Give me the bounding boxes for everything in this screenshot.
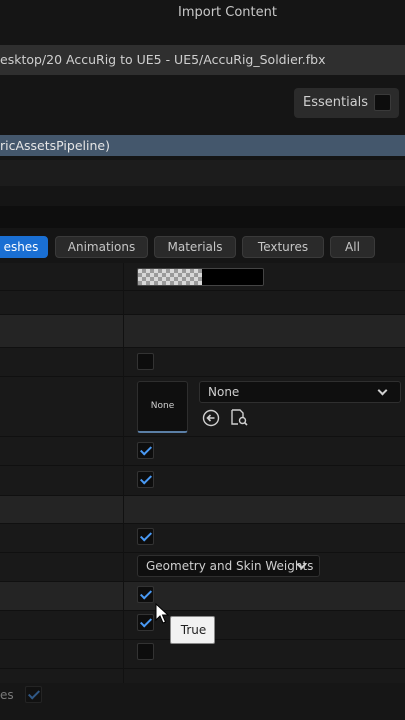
material-dropdown[interactable]: None bbox=[199, 381, 401, 403]
tooltip-text: True bbox=[180, 623, 207, 637]
checkbox-row1[interactable] bbox=[137, 353, 154, 370]
column-divider[interactable] bbox=[123, 263, 124, 683]
color-preview[interactable] bbox=[137, 268, 264, 286]
search-bar-area bbox=[0, 206, 405, 228]
tab-textures[interactable]: Textures bbox=[242, 236, 324, 258]
tab-all[interactable]: All bbox=[330, 236, 375, 258]
bottom-options: es bbox=[0, 683, 405, 720]
property-row bbox=[0, 290, 405, 314]
section-header bbox=[0, 314, 405, 347]
color-swatch bbox=[202, 269, 263, 285]
bottom-option-label: es bbox=[0, 688, 14, 702]
checkbox-row3[interactable] bbox=[137, 471, 154, 488]
checkbox-row4[interactable] bbox=[137, 528, 154, 545]
skin-weights-value: Geometry and Skin Weights bbox=[146, 559, 314, 573]
mouse-cursor-icon bbox=[155, 603, 169, 624]
bottom-option-checkbox[interactable] bbox=[25, 686, 42, 703]
section-header bbox=[0, 495, 405, 523]
property-row bbox=[0, 668, 405, 683]
chevron-down-icon bbox=[377, 385, 388, 396]
alpha-checker bbox=[138, 269, 202, 285]
property-row-highlighted bbox=[0, 581, 405, 610]
browse-asset-icon[interactable] bbox=[230, 408, 248, 426]
file-path-bar: esktop/20 AccuRig to UE5 - UE5/AccuRig_S… bbox=[0, 45, 405, 75]
property-row bbox=[0, 465, 405, 495]
pipeline-selector[interactable]: ricAssetsPipeline) bbox=[0, 135, 405, 156]
tab-materials[interactable]: Materials bbox=[154, 236, 236, 258]
checkbox-row6[interactable] bbox=[137, 614, 154, 631]
material-thumbnail[interactable]: None bbox=[137, 381, 188, 433]
essentials-toggle[interactable]: Essentials bbox=[294, 88, 399, 118]
pipeline-name: ricAssetsPipeline) bbox=[0, 138, 110, 153]
essentials-checkbox[interactable] bbox=[374, 94, 391, 111]
use-selected-arrow-icon[interactable] bbox=[202, 409, 220, 427]
material-dropdown-value: None bbox=[208, 385, 240, 399]
window-title: Import Content bbox=[178, 5, 277, 20]
header-band bbox=[0, 160, 405, 186]
essentials-label: Essentials bbox=[303, 95, 369, 110]
checkbox-row2[interactable] bbox=[137, 442, 154, 459]
tab-meshes[interactable]: eshes bbox=[0, 236, 48, 258]
tooltip: True bbox=[170, 616, 215, 644]
property-row bbox=[0, 436, 405, 465]
thumbnail-label: None bbox=[150, 401, 175, 411]
checkbox-row5[interactable] bbox=[137, 586, 154, 603]
property-row bbox=[0, 347, 405, 376]
property-row bbox=[0, 523, 405, 552]
skin-weights-dropdown[interactable]: Geometry and Skin Weights bbox=[137, 555, 320, 577]
file-path: esktop/20 AccuRig to UE5 - UE5/AccuRig_S… bbox=[0, 52, 326, 67]
title-bar: Import Content bbox=[0, 0, 405, 28]
checkbox-row7[interactable] bbox=[137, 643, 154, 660]
filter-tabs: eshes Animations Materials Textures All bbox=[0, 234, 405, 260]
property-panel bbox=[0, 263, 405, 720]
tab-animations[interactable]: Animations bbox=[55, 236, 148, 258]
